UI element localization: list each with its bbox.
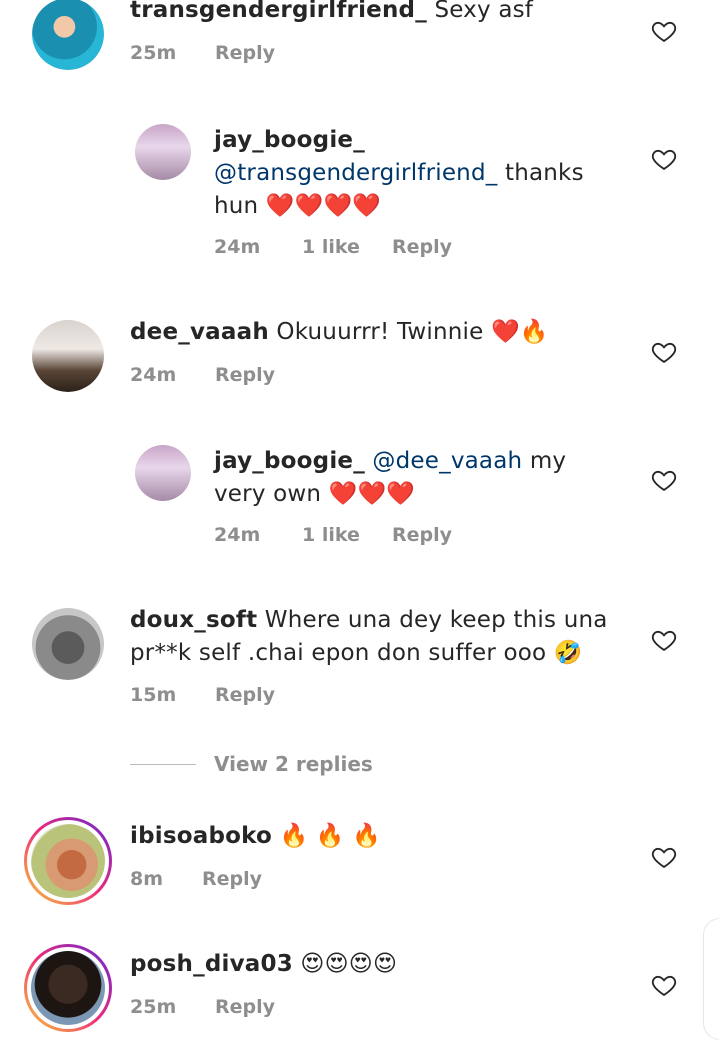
heart-outline-icon[interactable] bbox=[650, 843, 678, 871]
heart-outline-icon[interactable] bbox=[650, 338, 678, 366]
view-replies-label[interactable]: View 2 replies bbox=[214, 752, 373, 776]
comment-text: jay_boogie_ @transgendergirlfriend_ than… bbox=[214, 124, 609, 223]
heart-outline-icon[interactable] bbox=[650, 971, 678, 999]
mention-link[interactable]: @dee_vaaah bbox=[372, 448, 522, 474]
emoji-text: 😍😍😍😍 bbox=[300, 951, 398, 977]
emoji-text: 🔥 🔥 🔥 bbox=[279, 823, 382, 849]
comment-meta: 24m 1 like Reply bbox=[214, 524, 452, 546]
comment-meta: 15m Reply bbox=[130, 684, 275, 706]
comment-meta: 24m 1 like Reply bbox=[214, 236, 452, 258]
username[interactable]: posh_diva03 bbox=[130, 951, 293, 977]
divider-line bbox=[130, 763, 196, 765]
reply-button[interactable]: Reply bbox=[392, 524, 452, 546]
reply-button[interactable]: Reply bbox=[215, 364, 275, 386]
username[interactable]: transgendergirlfriend_ bbox=[130, 0, 427, 23]
avatar[interactable] bbox=[32, 608, 104, 680]
emoji-text: ❤️❤️❤️❤️ bbox=[265, 193, 382, 219]
heart-outline-icon[interactable] bbox=[650, 626, 678, 654]
heart-outline-icon[interactable] bbox=[650, 17, 678, 45]
avatar[interactable] bbox=[32, 320, 104, 392]
reply-button[interactable]: Reply bbox=[215, 42, 275, 64]
timestamp: 15m bbox=[130, 684, 177, 706]
username[interactable]: ibisoaboko bbox=[130, 823, 272, 849]
timestamp: 25m bbox=[130, 996, 177, 1018]
comment-text: ibisoaboko 🔥 🔥 🔥 bbox=[130, 820, 610, 853]
comment-meta: 24m Reply bbox=[130, 364, 275, 386]
story-ring[interactable] bbox=[24, 817, 112, 905]
username[interactable]: dee_vaaah bbox=[130, 319, 269, 345]
heart-outline-icon[interactable] bbox=[650, 145, 678, 173]
avatar[interactable] bbox=[135, 124, 191, 180]
username[interactable]: jay_boogie_ bbox=[214, 127, 365, 153]
comment-body: Okuuurrr! Twinnie bbox=[276, 319, 484, 345]
side-tab[interactable] bbox=[703, 918, 719, 1040]
comment-text: posh_diva03 😍😍😍😍 bbox=[130, 948, 610, 981]
like-count[interactable]: 1 like bbox=[302, 236, 392, 258]
emoji-text: ❤️❤️❤️ bbox=[328, 481, 416, 507]
username[interactable]: doux_soft bbox=[130, 607, 257, 633]
story-ring[interactable] bbox=[24, 944, 112, 1032]
comment-text: doux_soft Where una dey keep this una pr… bbox=[130, 604, 610, 670]
comment-meta: 25m Reply bbox=[130, 42, 275, 64]
comment-text: dee_vaaah Okuuurrr! Twinnie ❤️🔥 bbox=[130, 316, 610, 349]
comment-text: jay_boogie_ @dee_vaaah my very own ❤️❤️❤… bbox=[214, 445, 614, 511]
reply-button[interactable]: Reply bbox=[215, 684, 275, 706]
avatar[interactable] bbox=[135, 445, 191, 501]
comment-body: Sexy asf bbox=[434, 0, 534, 23]
reply-button[interactable]: Reply bbox=[392, 236, 452, 258]
comment-meta: 8m Reply bbox=[130, 868, 262, 890]
avatar[interactable] bbox=[32, 0, 104, 70]
emoji-text: ❤️🔥 bbox=[491, 319, 549, 345]
timestamp: 8m bbox=[130, 868, 164, 890]
timestamp: 24m bbox=[214, 524, 261, 546]
heart-outline-icon[interactable] bbox=[650, 466, 678, 494]
mention-link[interactable]: @transgendergirlfriend_ bbox=[214, 160, 497, 186]
timestamp: 24m bbox=[214, 236, 261, 258]
comment-text: transgendergirlfriend_ Sexy asf bbox=[130, 0, 610, 27]
avatar bbox=[31, 951, 105, 1025]
view-replies-button[interactable]: View 2 replies bbox=[130, 752, 373, 776]
username[interactable]: jay_boogie_ bbox=[214, 448, 365, 474]
comment-meta: 25m Reply bbox=[130, 996, 275, 1018]
timestamp: 25m bbox=[130, 42, 177, 64]
avatar bbox=[31, 824, 105, 898]
like-count[interactable]: 1 like bbox=[302, 524, 392, 546]
emoji-text: 🤣 bbox=[553, 640, 583, 666]
timestamp: 24m bbox=[130, 364, 177, 386]
reply-button[interactable]: Reply bbox=[202, 868, 262, 890]
reply-button[interactable]: Reply bbox=[215, 996, 275, 1018]
